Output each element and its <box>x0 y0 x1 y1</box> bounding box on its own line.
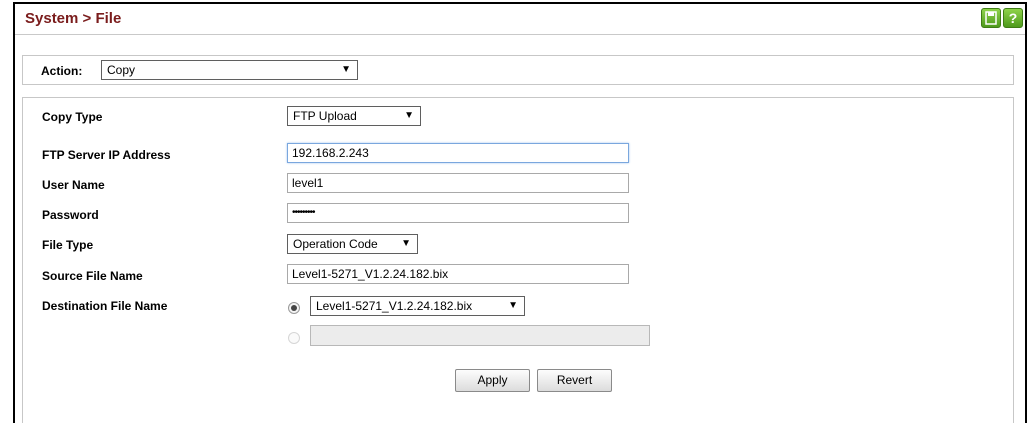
file-type-value: Operation Code <box>293 237 378 251</box>
user-name-label: User Name <box>42 178 105 192</box>
revert-button[interactable]: Revert <box>537 369 612 392</box>
destination-file-select-value: Level1-5271_V1.2.24.182.bix <box>316 299 473 313</box>
copy-type-label: Copy Type <box>42 110 103 124</box>
destination-file-select[interactable]: Level1-5271_V1.2.24.182.bix ▼ <box>310 296 525 316</box>
destination-text-radio[interactable] <box>288 332 300 344</box>
destination-file-input[interactable] <box>310 325 650 346</box>
chevron-down-icon: ▼ <box>508 300 518 311</box>
copy-type-value: FTP Upload <box>293 109 357 123</box>
destination-file-label: Destination File Name <box>42 299 168 313</box>
action-select-value: Copy <box>107 63 136 77</box>
apply-button[interactable]: Apply <box>455 369 530 392</box>
action-select[interactable]: Copy ▼ <box>101 60 358 80</box>
chevron-down-icon: ▼ <box>404 110 414 121</box>
password-input[interactable]: ••••••••• <box>287 203 629 223</box>
destination-select-radio[interactable] <box>288 302 300 314</box>
chevron-down-icon: ▼ <box>401 238 411 249</box>
password-label: Password <box>42 208 99 222</box>
file-type-label: File Type <box>42 238 94 252</box>
ftp-server-label: FTP Server IP Address <box>42 148 171 162</box>
ftp-server-input[interactable]: 192.168.2.243 <box>287 143 629 163</box>
source-file-input[interactable]: Level1-5271_V1.2.24.182.bix <box>287 264 629 284</box>
file-type-select[interactable]: Operation Code ▼ <box>287 234 418 254</box>
save-icon[interactable] <box>981 8 1001 28</box>
action-bar: Action: Copy ▼ <box>22 55 1014 85</box>
action-label: Action: <box>41 64 83 78</box>
help-icon[interactable]: ? <box>1003 8 1023 28</box>
source-file-label: Source File Name <box>42 269 143 283</box>
page-header: System > File ? <box>15 4 1025 35</box>
page-title: System > File <box>25 10 122 27</box>
chevron-down-icon: ▼ <box>341 64 351 75</box>
user-name-input[interactable]: level1 <box>287 173 629 193</box>
copy-type-select[interactable]: FTP Upload ▼ <box>287 106 421 126</box>
